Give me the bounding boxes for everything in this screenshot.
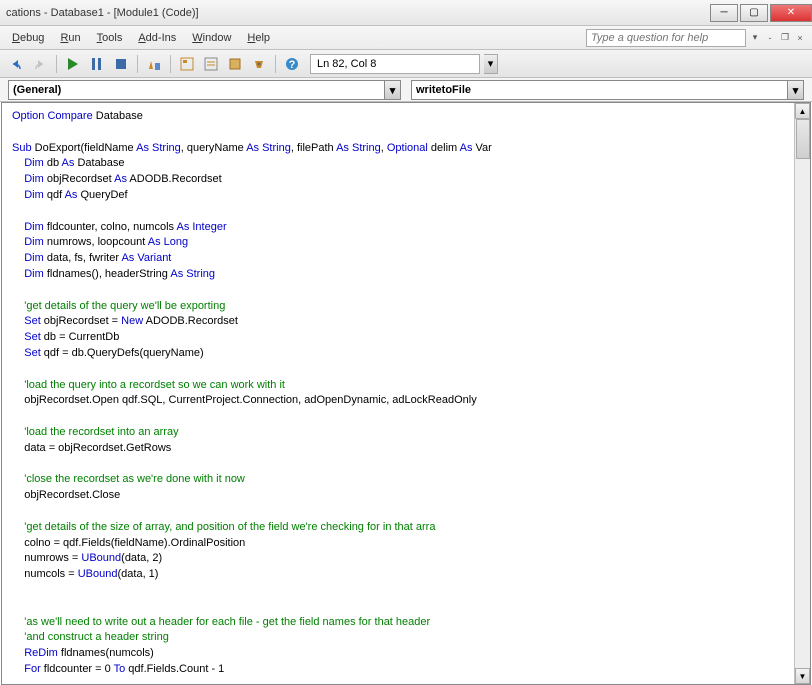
toolbox-button[interactable] xyxy=(249,54,269,74)
undo-button[interactable] xyxy=(6,54,26,74)
mdi-minimize-button[interactable]: - xyxy=(764,32,776,44)
menu-help[interactable]: Help xyxy=(239,29,278,47)
mdi-close-button[interactable]: × xyxy=(794,32,806,44)
close-button[interactable]: ✕ xyxy=(770,4,812,22)
redo-button[interactable] xyxy=(30,54,50,74)
scroll-thumb[interactable] xyxy=(796,119,810,159)
pause-button[interactable] xyxy=(87,54,107,74)
menu-window[interactable]: Window xyxy=(184,29,239,47)
svg-text:?: ? xyxy=(289,59,296,71)
menu-bar: DebugRunToolsAdd-InsWindowHelp ▾ - ❐ × xyxy=(0,26,812,50)
menu-add-ins[interactable]: Add-Ins xyxy=(130,29,184,47)
help-button[interactable]: ? xyxy=(282,54,302,74)
stop-button[interactable] xyxy=(111,54,131,74)
help-search-dropdown-icon[interactable]: ▾ xyxy=(749,32,761,44)
object-combo[interactable]: (General)▾ xyxy=(8,80,401,100)
object-browser-button[interactable] xyxy=(225,54,245,74)
window-title: cations - Database1 - [Module1 (Code)] xyxy=(6,7,199,19)
run-button[interactable] xyxy=(63,54,83,74)
cursor-position-box: Ln 82, Col 8 xyxy=(310,54,480,74)
code-editor[interactable]: Option Compare Database Sub DoExport(fie… xyxy=(1,102,811,685)
menu-run[interactable]: Run xyxy=(52,29,88,47)
scroll-down-button[interactable]: ▼ xyxy=(795,668,810,684)
toolbar: ? Ln 82, Col 8 ▾ xyxy=(0,50,812,78)
minimize-button[interactable]: ─ xyxy=(710,4,738,22)
project-explorer-button[interactable] xyxy=(177,54,197,74)
title-bar: cations - Database1 - [Module1 (Code)] ─… xyxy=(0,0,812,26)
cursor-position-dropdown[interactable]: ▾ xyxy=(484,54,498,74)
mdi-restore-button[interactable]: ❐ xyxy=(779,32,791,44)
vertical-scrollbar[interactable]: ▲ ▼ xyxy=(794,103,810,684)
design-mode-button[interactable] xyxy=(144,54,164,74)
chevron-down-icon: ▾ xyxy=(787,81,803,99)
menu-tools[interactable]: Tools xyxy=(89,29,131,47)
help-search-input[interactable] xyxy=(586,29,746,47)
scroll-up-button[interactable]: ▲ xyxy=(795,103,810,119)
maximize-button[interactable]: ▢ xyxy=(740,4,768,22)
chevron-down-icon: ▾ xyxy=(384,81,400,99)
menu-debug[interactable]: Debug xyxy=(4,29,52,47)
properties-button[interactable] xyxy=(201,54,221,74)
procedure-combo[interactable]: writetoFile▾ xyxy=(411,80,804,100)
